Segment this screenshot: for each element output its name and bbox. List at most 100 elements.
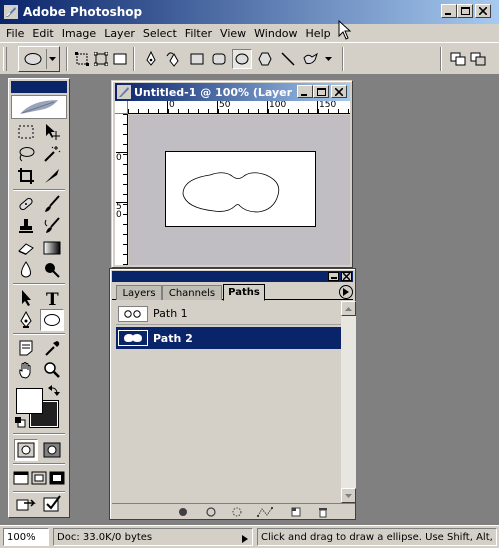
zoom-field[interactable]: 100% [3, 528, 49, 546]
custom-shape-option[interactable] [301, 49, 321, 69]
palette-menu-button[interactable] [339, 285, 353, 299]
adobe-online-button[interactable] [11, 95, 67, 119]
ruler-origin[interactable] [115, 101, 128, 114]
polygon-shape-option[interactable] [255, 49, 275, 69]
fullscreen-menu-mode[interactable] [30, 467, 48, 489]
minimize-button[interactable] [441, 4, 457, 18]
eraser-tool[interactable] [14, 237, 38, 259]
notes-tool[interactable] [14, 337, 38, 359]
shape-layers-button[interactable] [72, 49, 92, 69]
make-work-path-button[interactable] [256, 506, 274, 518]
ruler-label: 0 [116, 210, 122, 220]
vertical-ruler[interactable]: 0 5 0 [115, 114, 128, 265]
load-selection-button[interactable] [230, 506, 244, 518]
preset-dropdown-arrow[interactable] [46, 49, 57, 69]
menu-window[interactable]: Window [250, 27, 301, 40]
fullscreen-mode[interactable] [48, 467, 66, 489]
maximize-button[interactable] [457, 4, 473, 18]
canvas-pasteboard[interactable] [129, 115, 350, 265]
line-shape-option[interactable] [278, 49, 298, 69]
document-canvas[interactable] [165, 151, 316, 227]
dodge-tool[interactable] [40, 259, 64, 281]
menu-layer[interactable]: Layer [100, 27, 139, 40]
path-row-2[interactable]: Path 2 [116, 327, 341, 349]
new-path-button[interactable] [289, 506, 303, 518]
document-minimize-button[interactable] [297, 85, 313, 98]
rounded-rectangle-option[interactable] [209, 49, 229, 69]
lasso-tool[interactable] [14, 143, 38, 165]
magic-wand-tool[interactable] [40, 143, 64, 165]
blur-tool[interactable] [14, 259, 38, 281]
standard-screen-mode[interactable] [12, 467, 30, 489]
gradient-tool[interactable] [40, 237, 64, 259]
menu-edit[interactable]: Edit [28, 27, 57, 40]
shape-area-subtract-button[interactable] [468, 49, 488, 69]
quick-mask-button[interactable] [40, 439, 64, 461]
ellipse-shape-option[interactable] [232, 49, 252, 69]
toolbox-titlebar[interactable] [11, 81, 67, 93]
menu-view[interactable]: View [216, 27, 250, 40]
tab-channels[interactable]: Channels [162, 285, 222, 300]
menu-help[interactable]: Help [302, 27, 335, 40]
path-row-1[interactable]: Path 1 [116, 303, 341, 325]
swap-colors-icon[interactable] [48, 385, 60, 397]
fill-pixels-button[interactable] [110, 49, 130, 69]
tool-preset-picker[interactable] [18, 46, 60, 72]
menu-select[interactable]: Select [139, 27, 181, 40]
tab-paths[interactable]: Paths [223, 284, 265, 301]
foreground-color-swatch-top[interactable] [16, 388, 43, 414]
custom-shape-dropdown[interactable] [322, 49, 334, 69]
horizontal-ruler[interactable]: 0 50 100 150 [128, 101, 350, 114]
ellipse-tool[interactable] [40, 309, 64, 331]
tab-layers[interactable]: Layers [116, 285, 162, 300]
palette-titlebar[interactable] [112, 271, 353, 282]
palette-close-button[interactable] [341, 272, 352, 281]
paths-scrollbar[interactable] [341, 301, 356, 503]
marquee-tool[interactable] [14, 121, 38, 143]
document-maximize-button[interactable] [313, 85, 329, 98]
pen-tool-option[interactable] [141, 49, 161, 69]
document-size-info[interactable]: Doc: 33.0K/0 bytes [53, 528, 253, 546]
close-button[interactable] [475, 4, 491, 18]
palette-minimize-button[interactable] [328, 272, 339, 281]
imageready-button[interactable] [40, 493, 64, 515]
imageready-icon [43, 495, 61, 512]
path-selection-tool[interactable] [14, 287, 38, 309]
toolbox-separator [13, 189, 65, 191]
zoom-tool[interactable] [40, 359, 64, 381]
pen-tool[interactable] [14, 309, 38, 331]
paths-mode-button[interactable] [91, 49, 111, 69]
standard-mode-button[interactable] [14, 439, 38, 461]
default-colors-icon[interactable] [15, 417, 26, 428]
rectangle-shape-option[interactable] [187, 49, 207, 69]
slice-tool[interactable] [40, 165, 64, 187]
crop-tool[interactable] [14, 165, 38, 187]
stroke-path-icon [206, 507, 216, 517]
brush-tool[interactable] [40, 193, 64, 215]
move-tool[interactable] [40, 121, 64, 143]
fill-path-button[interactable] [176, 506, 190, 518]
ellipse-icon [44, 314, 60, 326]
document-close-button[interactable] [331, 85, 347, 98]
stroke-path-button[interactable] [204, 506, 218, 518]
scroll-up-button[interactable] [341, 301, 356, 316]
triangle-right-icon [242, 535, 248, 543]
jump-to-imageready-button[interactable] [14, 493, 38, 515]
hand-tool[interactable] [14, 359, 38, 381]
ellipse-path-shape[interactable] [166, 152, 317, 228]
history-brush-tool[interactable] [40, 215, 64, 237]
shape-area-add-button[interactable] [448, 49, 468, 69]
eyedropper-tool[interactable] [40, 337, 64, 359]
options-grip[interactable] [3, 47, 7, 71]
document-titlebar[interactable]: Untitled-1 @ 100% (Layer ... [115, 83, 350, 101]
clone-stamp-tool[interactable] [14, 215, 38, 237]
healing-brush-tool[interactable] [14, 193, 38, 215]
type-tool[interactable]: T [40, 287, 64, 309]
magnifier-icon [44, 362, 60, 378]
menu-image[interactable]: Image [58, 27, 100, 40]
menu-file[interactable]: File [2, 27, 28, 40]
menu-filter[interactable]: Filter [181, 27, 216, 40]
scroll-down-button[interactable] [341, 488, 356, 503]
freeform-pen-option[interactable] [164, 49, 184, 69]
delete-path-button[interactable] [316, 506, 330, 518]
